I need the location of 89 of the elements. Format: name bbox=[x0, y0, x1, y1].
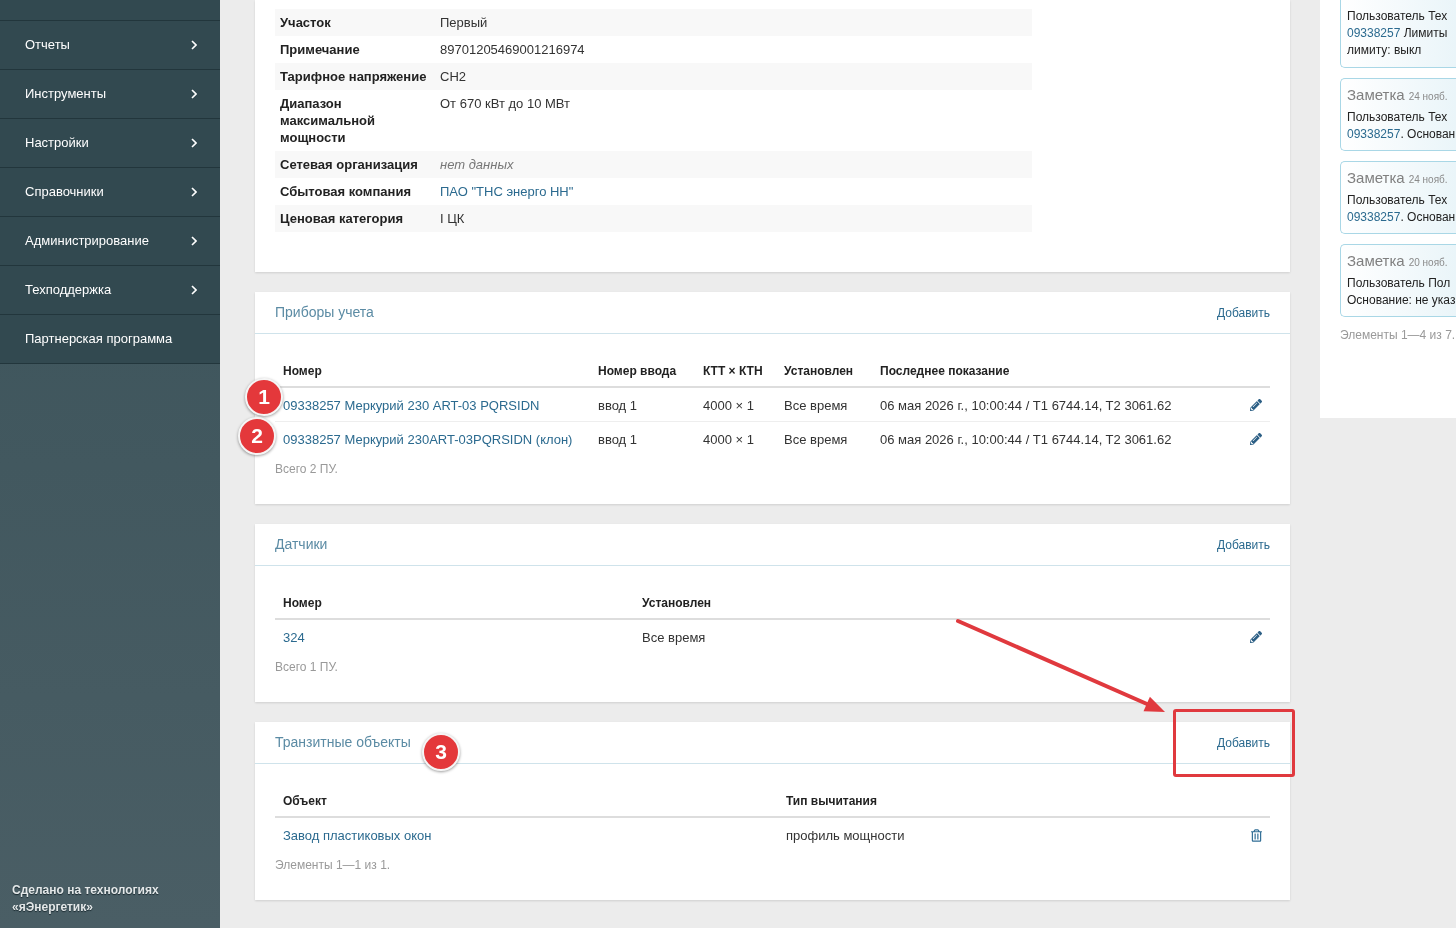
note-text: 09338257. Основан bbox=[1347, 126, 1456, 143]
delete-button[interactable] bbox=[1251, 828, 1262, 842]
section-title: Датчики bbox=[275, 535, 328, 554]
note-text: Пользователь Пол bbox=[1347, 275, 1451, 292]
detail-value: 89701205469001216974 bbox=[440, 42, 585, 57]
column-header: Номер bbox=[283, 596, 322, 610]
note-text: Пользователь Тех bbox=[1347, 192, 1448, 209]
edit-button[interactable] bbox=[1250, 631, 1262, 643]
detail-label: Сбытовая компания bbox=[280, 184, 411, 199]
note-text: лимиту: выкл bbox=[1347, 42, 1422, 59]
meter-link[interactable]: 09338257 bbox=[1347, 210, 1401, 224]
meter-link[interactable]: 09338257 bbox=[1347, 26, 1401, 40]
section-title: Транзитные объекты bbox=[275, 733, 411, 752]
note-title: Заметка bbox=[1347, 251, 1405, 271]
sidebar-item[interactable]: Администрирование bbox=[0, 217, 220, 266]
table-cell: ввод 1 bbox=[598, 397, 638, 413]
meter-link[interactable]: 09338257 bbox=[1347, 127, 1401, 141]
table-cell: Все время bbox=[784, 397, 848, 413]
sidebar-item[interactable]: Партнерская программа bbox=[0, 315, 220, 364]
sidebar-item[interactable]: Настройки bbox=[0, 119, 220, 168]
pencil-icon bbox=[1250, 631, 1262, 643]
detail-label: Сетевая организация bbox=[280, 157, 418, 172]
note-date: 20 нояб. bbox=[1408, 256, 1448, 270]
note-text: Основание: не указ bbox=[1347, 292, 1456, 309]
add-link[interactable]: Добавить bbox=[1216, 303, 1270, 322]
add-link[interactable]: Добавить bbox=[1216, 733, 1270, 752]
number-badge: 2 bbox=[238, 417, 276, 455]
detail-value: I ЦК bbox=[440, 211, 465, 226]
edit-button[interactable] bbox=[1250, 398, 1262, 411]
table-footer-text: Элементы 1—1 из 1. bbox=[275, 857, 391, 874]
note-title: Заметка bbox=[1347, 85, 1405, 105]
chevron-right-icon bbox=[191, 236, 197, 246]
table-cell: Все время bbox=[784, 432, 848, 447]
detail-label: Ценовая категория bbox=[280, 211, 403, 226]
note-text: 09338257. Основан bbox=[1347, 209, 1456, 226]
chevron-right-icon bbox=[191, 138, 197, 148]
chevron-right-icon bbox=[191, 285, 197, 295]
chevron-right-icon bbox=[191, 40, 197, 50]
table-cell: 4000 × 1 bbox=[703, 397, 754, 413]
table-cell: профиль мощности bbox=[786, 828, 905, 843]
sidebar-item[interactable]: Техподдержка bbox=[0, 266, 220, 315]
row-link[interactable]: 09338257 Меркурий 230 ART-03 PQRSIDN bbox=[283, 397, 540, 413]
row-link[interactable]: 09338257 Меркурий 230ART-03PQRSIDN (клон) bbox=[283, 432, 573, 447]
column-header: Последнее показание bbox=[880, 364, 1010, 378]
section-title: Приборы учета bbox=[275, 303, 374, 322]
detail-value: От 670 кВт до 10 МВт bbox=[440, 96, 570, 111]
note-text: 09338257 Лимиты bbox=[1347, 25, 1448, 42]
notes-footer-text: Элементы 1—4 из 7. bbox=[1340, 327, 1456, 344]
pencil-icon bbox=[1250, 398, 1262, 411]
edit-button[interactable] bbox=[1250, 433, 1262, 445]
sidebar-item[interactable]: Отчеты bbox=[0, 21, 220, 70]
detail-label: Тарифное напряжение bbox=[280, 69, 427, 84]
table-cell: 06 мая 2026 г., 10:00:44 / T1 6744.14, T2 3061.62 bbox=[880, 397, 1172, 413]
sidebar-item[interactable]: Справочники bbox=[0, 168, 220, 217]
table-cell: Все время bbox=[642, 630, 706, 645]
add-link[interactable]: Добавить bbox=[1216, 535, 1270, 554]
row-link[interactable]: Завод пластиковых окон bbox=[283, 828, 432, 843]
table-cell: 4000 × 1 bbox=[703, 432, 754, 447]
note-text: Пользователь Тех bbox=[1347, 109, 1448, 126]
company-link[interactable]: ПАО "ТНС энерго НН" bbox=[440, 184, 574, 199]
table-footer-text: Всего 2 ПУ. bbox=[275, 461, 338, 478]
table-cell: 06 мая 2026 г., 10:00:44 / T1 6744.14, T2 3061.62 bbox=[880, 432, 1172, 447]
table-cell: ввод 1 bbox=[598, 432, 638, 447]
column-header: Номер ввода bbox=[598, 364, 677, 378]
detail-value: СН2 bbox=[440, 69, 466, 84]
note-date: 24 нояб. bbox=[1408, 173, 1448, 187]
column-header: Объект bbox=[283, 794, 327, 808]
sidebar-item[interactable]: Инструменты bbox=[0, 70, 220, 119]
table-footer-text: Всего 1 ПУ. bbox=[275, 659, 338, 676]
chevron-right-icon bbox=[191, 187, 197, 197]
detail-value: Первый bbox=[440, 15, 488, 30]
trash-icon bbox=[1251, 828, 1262, 842]
column-header: Номер bbox=[283, 364, 322, 378]
column-header: Установлен bbox=[784, 364, 854, 378]
detail-label: Примечание bbox=[280, 42, 360, 57]
sidebar-footer-text: Сделано на технологиях «яЭнергетик» bbox=[12, 882, 160, 916]
column-header: Установлен bbox=[642, 596, 712, 610]
note-date: 24 нояб. bbox=[1408, 90, 1448, 104]
chevron-right-icon bbox=[191, 89, 197, 99]
row-link[interactable]: 324 bbox=[283, 630, 305, 645]
pencil-icon bbox=[1250, 433, 1262, 445]
number-badge: 1 bbox=[245, 378, 283, 416]
note-text: Пользователь Тех bbox=[1347, 8, 1448, 25]
note-title: Заметка bbox=[1347, 168, 1405, 188]
detail-label: Диапазон максимальной мощности bbox=[280, 96, 375, 145]
column-header: Тип вычитания bbox=[786, 794, 877, 808]
detail-value: нет данных bbox=[440, 157, 514, 172]
column-header: КТТ × КТН bbox=[703, 364, 763, 378]
detail-label: Участок bbox=[280, 15, 331, 30]
